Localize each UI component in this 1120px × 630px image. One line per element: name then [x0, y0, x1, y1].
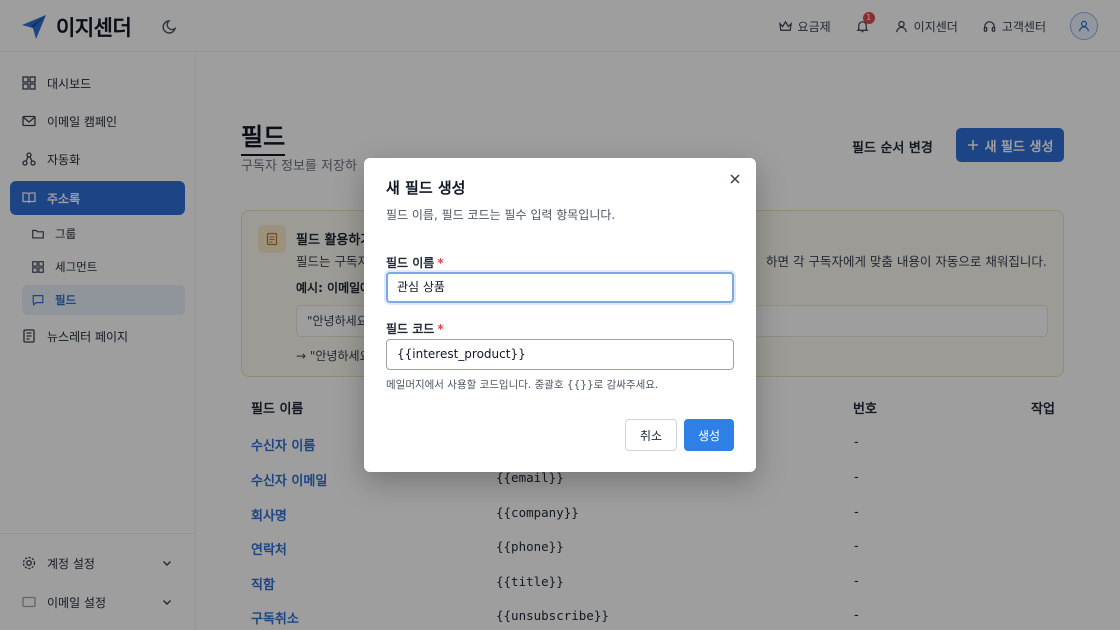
modal-description: 필드 이름, 필드 코드는 필수 입력 항목입니다. [386, 208, 616, 222]
modal-title: 새 필드 생성 [386, 179, 466, 197]
field-code-label: 필드 코드 * [386, 322, 444, 336]
field-code-hint: 메일머지에서 사용할 코드입니다. 중괄호 {{}}로 감싸주세요. [386, 379, 659, 391]
close-icon[interactable] [728, 172, 742, 186]
new-field-modal: 새 필드 생성 필드 이름, 필드 코드는 필수 입력 항목입니다. 필드 이름… [364, 158, 756, 472]
field-name-label: 필드 이름 * [386, 256, 444, 270]
required-mark: * [437, 256, 444, 270]
required-mark: * [437, 322, 444, 336]
field-code-input[interactable]: {{interest_product}} [386, 339, 734, 370]
create-button[interactable]: 생성 [684, 419, 734, 451]
field-name-input[interactable]: 관심 상품 [386, 272, 734, 303]
cancel-button[interactable]: 취소 [625, 419, 677, 451]
